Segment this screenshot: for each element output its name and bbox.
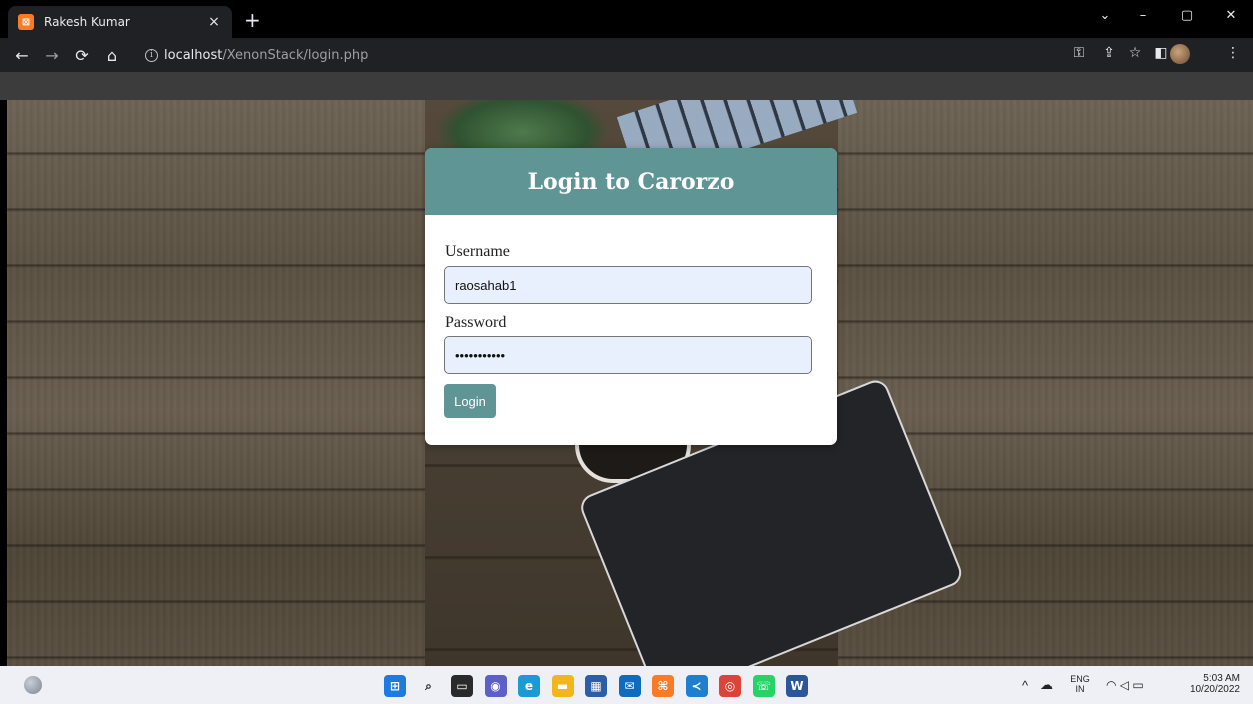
login-header: Login to Carorzo	[425, 148, 837, 215]
login-button[interactable]: Login	[444, 384, 496, 418]
bookmarks-bar	[0, 72, 1253, 100]
tray-overflow-chevron-icon[interactable]: ^	[1022, 678, 1028, 693]
windows-start-icon[interactable]: ⊞	[384, 675, 406, 697]
xampp-icon[interactable]: ⌘	[652, 675, 674, 697]
browser-menu-icon[interactable]: ⋮	[1222, 45, 1244, 61]
clock[interactable]: 5:03 AM 10/20/2022	[1180, 673, 1240, 695]
share-icon[interactable]: ⇪	[1098, 45, 1120, 61]
site-info-icon[interactable]: i	[145, 48, 158, 62]
close-tab-icon[interactable]: ×	[206, 14, 222, 30]
clock-date: 10/20/2022	[1189, 684, 1240, 695]
address-bar[interactable]: i localhost/XenonStack/login.php	[133, 43, 1053, 67]
weather-widget-icon[interactable]	[24, 676, 42, 694]
password-key-icon[interactable]: ⚿	[1068, 45, 1090, 61]
reload-button[interactable]: ⟳	[70, 46, 94, 65]
edge-icon[interactable]: e	[518, 675, 540, 697]
username-label: Username	[445, 243, 510, 260]
language-indicator[interactable]: ENG IN	[1068, 674, 1092, 694]
search-icon[interactable]: ⌕	[418, 675, 440, 697]
tab-strip: ⊠ Rakesh Kumar × + ⌄ – ▢ ✕	[0, 0, 1253, 38]
chrome-icon[interactable]: ◎	[719, 675, 741, 697]
bookmark-star-icon[interactable]: ☆	[1124, 45, 1146, 61]
login-card: Login to Carorzo Username Password Login	[425, 148, 837, 445]
side-panel-icon[interactable]: ◧	[1150, 45, 1172, 61]
url-path: /XenonStack/login.php	[222, 47, 369, 63]
home-button[interactable]: ⌂	[100, 46, 124, 65]
region-code: IN	[1075, 684, 1085, 694]
language-code: ENG	[1070, 674, 1090, 684]
url-host: localhost	[164, 47, 223, 63]
forward-button[interactable]: →	[40, 46, 64, 65]
clock-time: 5:03 AM	[1203, 673, 1240, 684]
onedrive-icon[interactable]: ☁	[1040, 677, 1053, 693]
word-icon[interactable]: W	[786, 675, 808, 697]
teams-chat-icon[interactable]: ◉	[484, 675, 507, 697]
close-window-button[interactable]: ✕	[1216, 8, 1246, 23]
minimize-button[interactable]: –	[1128, 8, 1158, 23]
password-input[interactable]	[444, 336, 812, 374]
new-tab-button[interactable]: +	[244, 10, 261, 30]
task-view-icon[interactable]: ▭	[451, 675, 473, 697]
login-title: Login to Carorzo	[527, 168, 735, 195]
whatsapp-icon[interactable]: ☏	[752, 675, 775, 697]
wifi-volume-battery-icons[interactable]: ◠ ◁ ▭	[1106, 678, 1144, 692]
browser-tab[interactable]: ⊠ Rakesh Kumar ×	[8, 6, 232, 38]
username-input[interactable]	[444, 266, 812, 304]
mail-icon[interactable]: ✉	[618, 675, 641, 697]
vscode-icon[interactable]: ≺	[685, 675, 708, 697]
file-explorer-icon[interactable]: ▬	[551, 675, 574, 697]
profile-avatar[interactable]	[1170, 44, 1190, 64]
xampp-favicon-icon: ⊠	[18, 14, 34, 30]
back-button[interactable]: ←	[10, 46, 34, 65]
tab-search-chevron-icon[interactable]: ⌄	[1090, 8, 1120, 23]
password-label: Password	[445, 314, 507, 331]
store-icon[interactable]: ▦	[585, 675, 607, 697]
restore-button[interactable]: ▢	[1172, 8, 1202, 23]
tab-title: Rakesh Kumar	[44, 15, 130, 29]
